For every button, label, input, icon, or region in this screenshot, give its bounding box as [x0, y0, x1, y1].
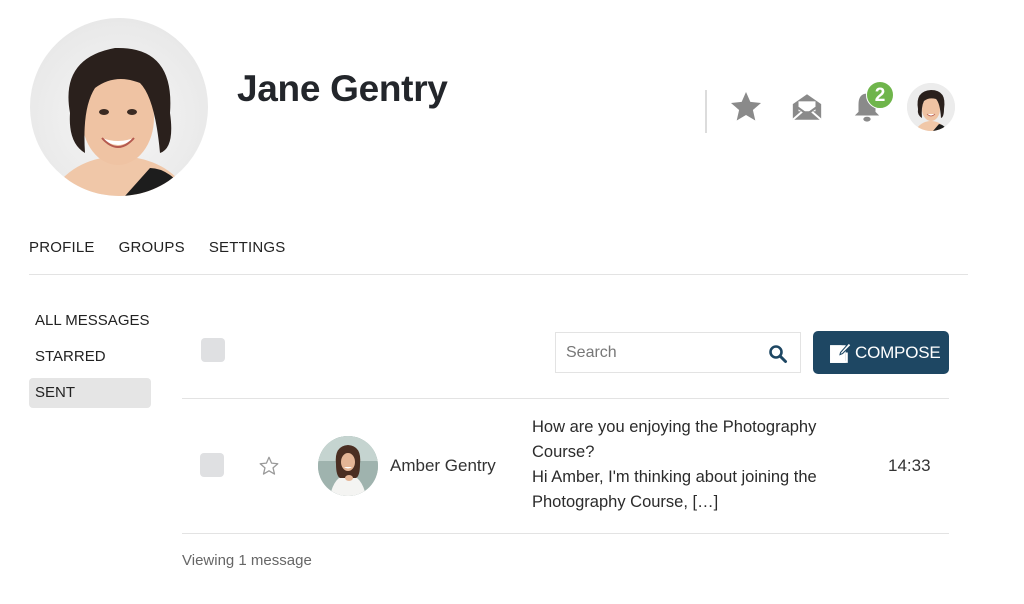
notification-badge: 2 — [866, 81, 894, 109]
tabs-divider — [29, 274, 968, 275]
sender-photo — [318, 436, 378, 496]
message-preview: Hi Amber, I'm thinking about joining the… — [532, 468, 817, 511]
message-time: 14:33 — [888, 456, 931, 475]
row-divider — [182, 533, 949, 534]
star-outline-icon[interactable] — [258, 455, 280, 477]
profile-photo — [50, 47, 190, 196]
compose-label: COMPOSE — [855, 342, 941, 362]
compose-button[interactable]: COMPOSE — [813, 331, 949, 374]
user-avatar-menu[interactable] — [907, 83, 955, 131]
star-icon[interactable] — [728, 89, 764, 125]
message-content[interactable]: How are you enjoying the Photography Cou… — [532, 415, 862, 515]
sidebar-item-all-messages[interactable]: ALL MESSAGES — [29, 306, 151, 336]
messages-sidebar: ALL MESSAGES STARRED SENT — [29, 306, 151, 414]
sidebar-item-sent[interactable]: SENT — [29, 378, 151, 408]
message-checkbox[interactable] — [200, 453, 224, 477]
sender-name: Amber Gentry — [390, 456, 496, 475]
envelope-open-icon[interactable] — [790, 90, 824, 124]
header-divider — [705, 90, 707, 133]
user-avatar-image — [907, 83, 955, 131]
message-subject: How are you enjoying the Photography Cou… — [532, 418, 817, 461]
search-input[interactable] — [556, 333, 756, 372]
message-count: Viewing 1 message — [182, 552, 312, 569]
tab-settings[interactable]: SETTINGS — [209, 239, 286, 256]
profile-avatar — [30, 18, 208, 196]
search-box — [555, 332, 801, 373]
tab-profile[interactable]: PROFILE — [29, 239, 95, 256]
search-icon[interactable] — [768, 344, 788, 364]
sender-avatar — [318, 436, 378, 496]
profile-name: Jane Gentry — [237, 68, 448, 109]
tab-groups[interactable]: GROUPS — [119, 239, 185, 256]
message-row[interactable]: Amber Gentry How are you enjoying the Ph… — [182, 399, 949, 533]
sidebar-item-starred[interactable]: STARRED — [29, 342, 151, 372]
compose-icon — [830, 342, 852, 363]
select-all-checkbox[interactable] — [201, 338, 225, 362]
profile-tabs: PROFILE GROUPS SETTINGS — [29, 239, 285, 256]
